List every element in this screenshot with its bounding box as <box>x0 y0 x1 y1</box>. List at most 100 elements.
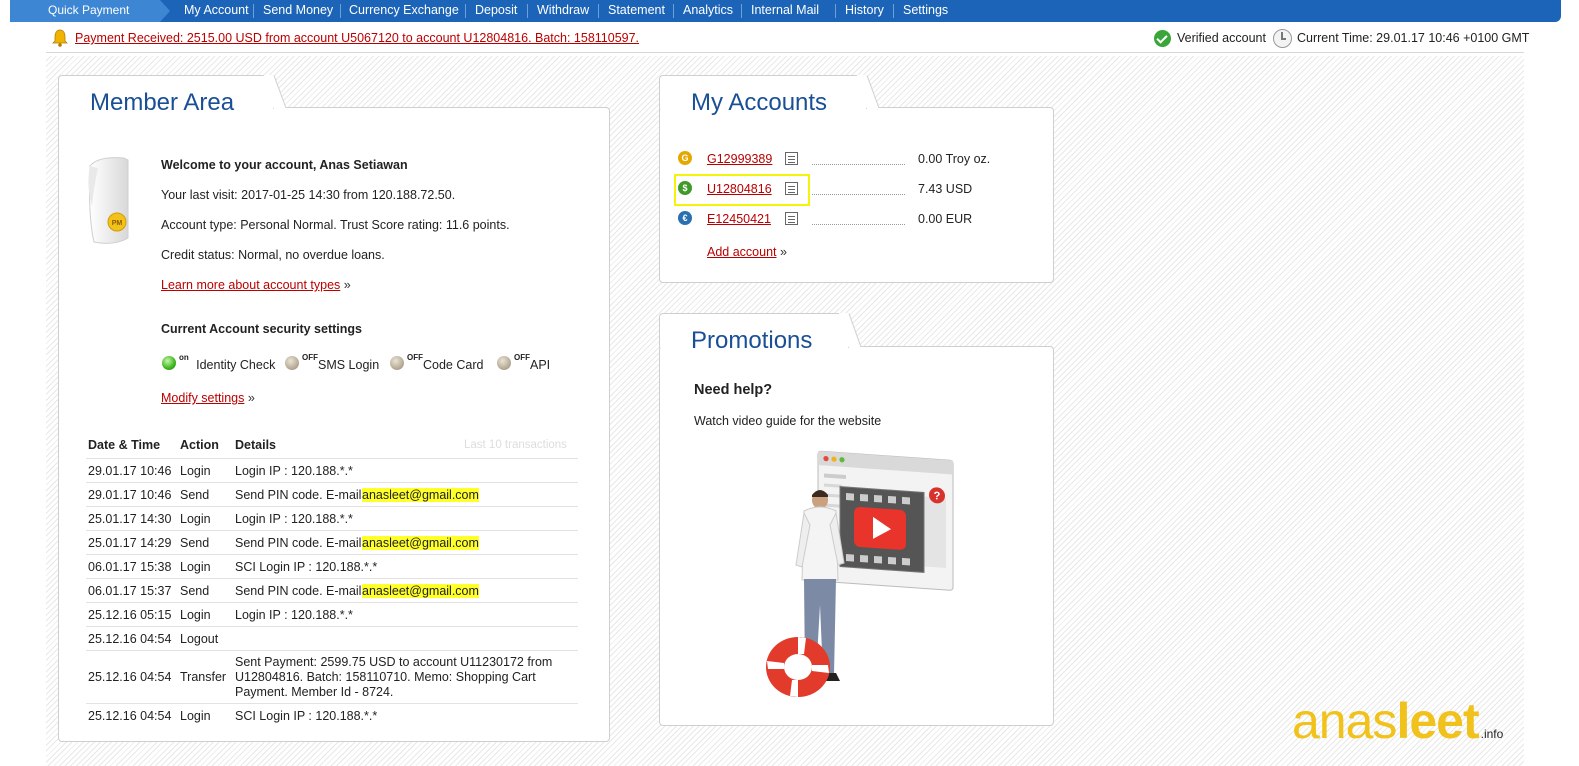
nav-currency-exchange[interactable]: Currency Exchange <box>349 0 459 22</box>
nav-analytics[interactable]: Analytics <box>683 0 733 22</box>
tx-date: 29.01.17 10:46 <box>88 464 172 478</box>
tx-action: Login <box>180 512 211 526</box>
table-row: 06.01.17 15:38 Login SCI Login IP : 120.… <box>86 554 578 578</box>
dotted-leader <box>812 164 905 165</box>
table-row: 25.12.16 04:54 Transfer Sent Payment: 25… <box>86 650 578 703</box>
tx-date: 25.12.16 05:15 <box>88 608 172 622</box>
tx-date: 25.01.17 14:29 <box>88 536 172 550</box>
col-date-time: Date & Time <box>88 438 161 452</box>
tx-date: 25.12.16 04:54 <box>88 632 172 646</box>
nav-separator <box>340 4 341 18</box>
account-type-text: Account type: Personal Normal. Trust Sco… <box>161 218 510 232</box>
gold-coin-icon: G <box>678 151 692 165</box>
table-row: 25.12.16 05:15 Login Login IP : 120.188.… <box>86 602 578 626</box>
svg-text:?: ? <box>934 490 941 502</box>
tx-date: 29.01.17 10:46 <box>88 488 172 502</box>
table-row: 25.12.16 04:54 Logout <box>86 626 578 650</box>
my-accounts-title: My Accounts <box>691 89 828 116</box>
account-link-eur[interactable]: E12450421 <box>707 212 771 226</box>
tab-slant <box>857 75 880 109</box>
table-row: 25.01.17 14:29 Send Send PIN code. E-mai… <box>86 530 578 554</box>
nav-deposit[interactable]: Deposit <box>475 0 517 22</box>
payment-received-link[interactable]: Payment Received: 2515.00 USD from accou… <box>75 31 639 45</box>
status-off-icon <box>390 355 404 370</box>
nav-settings[interactable]: Settings <box>903 0 948 22</box>
security-sms-login[interactable]: OFFSMS Login <box>285 353 379 372</box>
nav-separator <box>527 4 528 18</box>
add-account-link[interactable]: Add account <box>707 245 777 259</box>
statement-icon[interactable] <box>785 152 798 165</box>
last-10-transactions-link[interactable]: Last 10 transactions <box>464 439 567 451</box>
tx-date: 06.01.17 15:37 <box>88 584 172 598</box>
watermark-text-bold: leet <box>1396 693 1479 749</box>
tx-date: 25.12.16 04:54 <box>88 670 172 684</box>
verified-account-label: Verified account <box>1177 31 1266 45</box>
learn-more-row: Learn more about account types » <box>161 278 351 292</box>
nav-separator <box>835 4 836 18</box>
account-avatar: PM <box>88 157 129 244</box>
promo-text: Watch video guide for the website <box>694 414 882 428</box>
dotted-leader <box>812 194 905 195</box>
last-visit-text: Your last visit: 2017-01-25 14:30 from 1… <box>161 188 456 202</box>
raquo: » <box>343 278 351 292</box>
tx-action: Logout <box>180 632 219 646</box>
tx-date: 25.01.17 14:30 <box>88 512 172 526</box>
nav-separator <box>741 4 742 18</box>
security-settings-title: Current Account security settings <box>161 322 362 336</box>
status-label: OFF <box>407 353 423 362</box>
learn-more-link[interactable]: Learn more about account types <box>161 278 340 292</box>
nav-history[interactable]: History <box>845 0 884 22</box>
table-row: 25.12.16 04:54 Login SCI Login IP : 120.… <box>86 703 578 727</box>
security-label: API <box>530 358 551 372</box>
status-label: OFF <box>514 353 530 362</box>
bell-icon <box>52 29 68 47</box>
account-link-gold[interactable]: G12999389 <box>707 152 772 166</box>
col-details: Details <box>235 438 276 452</box>
tx-details: Login IP : 120.188.*.* <box>235 512 353 526</box>
video-guide-illustration[interactable]: ? <box>760 445 965 707</box>
security-identity-check[interactable]: on Identity Check <box>162 353 275 372</box>
nav-separator <box>598 4 599 18</box>
tx-action: Send <box>180 536 210 550</box>
tab-slant <box>264 75 287 109</box>
nav-withdraw[interactable]: Withdraw <box>537 0 589 22</box>
welcome-text: Welcome to your account, Anas Setiawan <box>161 158 408 172</box>
highlighted-email: anasleet@gmail.com <box>362 488 479 502</box>
clock-icon <box>1273 29 1292 48</box>
quick-payment-tab[interactable]: Quick Payment <box>10 0 170 22</box>
tx-action: Send <box>180 584 210 598</box>
security-code-card[interactable]: OFFCode Card <box>390 353 484 372</box>
table-row: 29.01.17 10:46 Login Login IP : 120.188.… <box>86 458 578 482</box>
nav-separator <box>893 4 894 18</box>
top-navigation: Quick Payment My Account Send Money Curr… <box>10 0 1561 22</box>
account-balance: 0.00 EUR <box>918 212 973 226</box>
tx-details: Send PIN code. E-mail <box>235 536 365 550</box>
nav-statement[interactable]: Statement <box>608 0 665 22</box>
divider <box>46 52 1524 53</box>
highlight-box <box>674 174 810 206</box>
tx-details-line: U12804816. Batch: 158110710. Memo: Shopp… <box>235 670 536 684</box>
highlighted-email: anasleet@gmail.com <box>362 536 479 550</box>
tx-action: Login <box>180 560 211 574</box>
status-on-icon <box>162 355 176 370</box>
member-area-title: Member Area <box>90 89 235 116</box>
nav-internal-mail[interactable]: Internal Mail <box>751 0 819 22</box>
nav-send-money[interactable]: Send Money <box>263 0 333 22</box>
security-api[interactable]: OFFAPI <box>497 353 551 372</box>
tx-details-line: Payment. Member Id - 8724. <box>235 685 394 699</box>
security-label: Code Card <box>423 358 484 372</box>
tx-details: Login IP : 120.188.*.* <box>235 464 353 478</box>
anasleet-watermark: anasleet .info <box>1292 696 1503 746</box>
status-label: on <box>179 353 189 362</box>
watermark-text: anas <box>1292 693 1397 749</box>
credit-status-text: Credit status: Normal, no overdue loans. <box>161 248 385 262</box>
modify-settings-row: Modify settings » <box>161 391 255 405</box>
nav-my-account[interactable]: My Account <box>184 0 249 22</box>
statement-icon[interactable] <box>785 212 798 225</box>
promo-heading: Need help? <box>694 382 773 398</box>
table-row: 06.01.17 15:37 Send Send PIN code. E-mai… <box>86 578 578 602</box>
tx-details: SCI Login IP : 120.188.*.* <box>235 709 378 723</box>
modify-settings-link[interactable]: Modify settings <box>161 391 244 405</box>
account-balance: 7.43 USD <box>918 182 973 196</box>
add-account-row: Add account » <box>707 245 787 259</box>
